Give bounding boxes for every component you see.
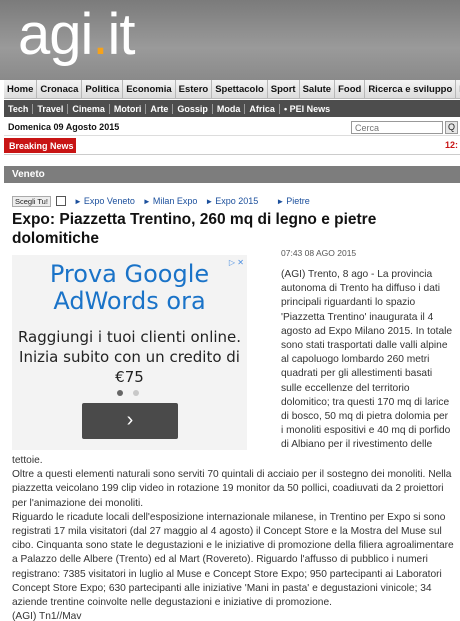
tag-link[interactable]: ► Milan Expo [143, 196, 197, 206]
print-icon[interactable] [55, 196, 66, 206]
nav-item-spettacolo[interactable]: Spettacolo [212, 80, 268, 98]
ad-next-button[interactable]: › [82, 403, 178, 439]
article-signature: (AGI) Tn1//Mav [12, 611, 82, 621]
article-paragraph: Riguardo le ricadute locali dell'esposiz… [12, 511, 454, 609]
nav-item-estero[interactable]: Estero [176, 80, 213, 98]
date-bar: Domenica 09 Agosto 2015 Q [4, 118, 460, 136]
subnav-item-travel[interactable]: Travel [33, 103, 69, 114]
section-title[interactable]: Veneto [12, 169, 45, 180]
tag-label: Milan Expo [152, 196, 198, 206]
current-date: Domenica 09 Agosto 2015 [8, 122, 120, 132]
search-input[interactable] [351, 121, 443, 134]
nav-item-salute[interactable]: Salute [300, 80, 336, 98]
subnav-item-africa[interactable]: Africa [245, 103, 280, 114]
subnav-item-tech[interactable]: Tech [4, 103, 34, 114]
arrow-right-icon: ► [205, 197, 214, 206]
subnav-item-moda[interactable]: Moda [213, 103, 246, 114]
logo-tld: it [107, 2, 136, 67]
section-bar: Veneto [4, 166, 460, 183]
nav-item-economia[interactable]: Economia [123, 80, 176, 98]
ad-headline[interactable]: Prova Google AdWords ora [12, 261, 247, 315]
arrow-right-icon: ► [142, 197, 151, 206]
subnav-item-arte[interactable]: Arte [146, 103, 174, 114]
nav-item-food[interactable]: Food [335, 80, 366, 98]
article-intro: (AGI) Trento, 8 ago - La provincia auton… [281, 269, 453, 451]
pick-button[interactable]: Scegli Tu! [12, 195, 51, 207]
article-timestamp: 07:43 08 AGO 2015 [281, 248, 357, 258]
sub-nav: Tech Travel Cinema Motori Arte Gossip Mo… [4, 100, 460, 117]
ad-banner[interactable]: ▷ ✕ Prova Google AdWords ora Raggiungi i… [12, 255, 247, 450]
breaking-news-time[interactable]: 12: [445, 140, 458, 150]
tag-link[interactable]: ► Pietre [276, 196, 309, 206]
breaking-news-bar: Breaking News 12: [4, 138, 460, 155]
tag-label: Expo Veneto [83, 196, 135, 206]
nav-item-ricerca[interactable]: Ricerca e sviluppo [365, 80, 457, 98]
nav-item-more[interactable]: Ne [456, 80, 460, 98]
logo-main: agi [18, 2, 93, 67]
main-nav: Home Cronaca Politica Economia Estero Sp… [4, 80, 460, 99]
ad-pager [117, 390, 147, 398]
subnav-item-gossip[interactable]: Gossip [173, 103, 213, 114]
breaking-news-label: Breaking News [4, 138, 76, 153]
tag-label: Expo 2015 [215, 196, 259, 206]
arrow-right-icon: ► [276, 197, 285, 206]
arrow-right-icon: ► [73, 197, 82, 206]
agi-logo[interactable]: agi.it [18, 6, 136, 64]
nav-item-cronaca[interactable]: Cronaca [37, 80, 83, 98]
subnav-item-pei-news[interactable]: • PEI News [280, 104, 334, 114]
tag-link[interactable]: ► Expo 2015 [205, 196, 258, 206]
article-tags: Scegli Tu! ► Expo Veneto ► Milan Expo ► Exp… [12, 195, 452, 207]
site-header: agi.it [0, 0, 460, 80]
nav-item-home[interactable]: Home [4, 80, 38, 98]
article-paragraph: Oltre a questi elementi naturali sono se… [12, 469, 452, 509]
tag-link[interactable]: ► Expo Veneto [74, 196, 135, 206]
nav-item-sport[interactable]: Sport [268, 80, 300, 98]
logo-dot: . [92, 2, 108, 67]
article-paragraph: tettoie. [12, 455, 43, 466]
ad-body-text: Raggiungi i tuoi clienti online. Inizia … [17, 328, 242, 386]
ad-pager-dot-active[interactable] [117, 390, 123, 396]
article-title: Expo: Piazzetta Trentino, 260 mq di legn… [12, 211, 377, 247]
article-body: tettoie. Oltre a questi elementi natural… [12, 454, 454, 621]
subnav-item-motori[interactable]: Motori [110, 103, 147, 114]
ad-pager-dot[interactable] [133, 390, 139, 396]
nav-item-politica[interactable]: Politica [82, 80, 124, 98]
subnav-item-cinema[interactable]: Cinema [68, 103, 110, 114]
search-button[interactable]: Q [445, 121, 458, 134]
tag-label: Pietre [286, 196, 310, 206]
